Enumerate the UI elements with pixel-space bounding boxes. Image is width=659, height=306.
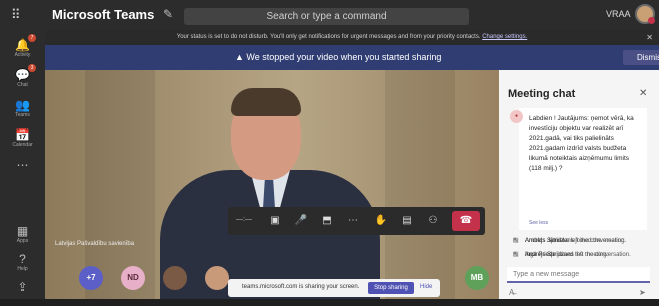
call-controls: —:— ▣ 🎤 ⬒ ⋯ ✋ ▤ ⚇ ☎ bbox=[228, 207, 485, 235]
compose-icon[interactable]: ✎ bbox=[163, 7, 173, 21]
dnd-status-icon bbox=[648, 17, 655, 24]
app-launcher-icon[interactable]: ⠿ bbox=[11, 8, 25, 22]
share-tray-icon[interactable]: ⬒ bbox=[318, 214, 336, 228]
close-chat-icon[interactable]: ✕ bbox=[639, 88, 647, 99]
call-timer: —:— bbox=[236, 216, 252, 223]
chat-message: ● Labdien ! Jautājums: ņemot vērā, ka in… bbox=[510, 108, 647, 230]
join-icon: ▤ bbox=[513, 252, 519, 258]
rail-item-calendar[interactable]: 📅 Calendar bbox=[0, 124, 45, 154]
rail-item-activity[interactable]: 🔔 Activity 7 bbox=[0, 34, 45, 64]
status-notice: Your status is set to do not disturb. Yo… bbox=[45, 30, 659, 45]
help-icon: ? bbox=[19, 252, 26, 266]
chat-event: ▤ Inga Priede joined the meeting. bbox=[513, 252, 609, 258]
change-settings-link[interactable]: Change settings. bbox=[482, 34, 527, 40]
camera-off-icon[interactable]: ▣ bbox=[266, 214, 284, 228]
title-bar: ⠿ Microsoft Teams ✎ Search or type a com… bbox=[0, 0, 659, 30]
message-text: Labdien ! Jautājums: ņemot vērā, ka inve… bbox=[529, 115, 634, 172]
format-icon[interactable]: A̶ bbox=[509, 288, 514, 297]
calendar-icon: 📅 bbox=[15, 128, 30, 142]
more-actions-icon[interactable]: ⋯ bbox=[344, 214, 362, 228]
apps-icon: ▦ bbox=[16, 224, 29, 238]
participant-avatar[interactable]: ND bbox=[121, 266, 145, 290]
see-less-link[interactable]: See less bbox=[529, 220, 548, 226]
participant-avatar[interactable]: MB bbox=[465, 266, 489, 290]
chat-badge: 3 bbox=[28, 64, 36, 72]
warning-icon: ▲ bbox=[235, 52, 247, 62]
raise-hand-icon[interactable]: ✋ bbox=[372, 214, 390, 228]
more-participants-button[interactable]: +7 bbox=[79, 266, 103, 290]
more-icon: ⋯ bbox=[16, 158, 29, 172]
rail-item-chat[interactable]: 💬 Chat 3 bbox=[0, 64, 45, 94]
rail-item-teams[interactable]: 👥 Teams bbox=[0, 94, 45, 124]
rail-item-upload[interactable]: ⇪ bbox=[0, 276, 45, 306]
search-input[interactable]: Search or type a command bbox=[184, 8, 469, 25]
chat-icon: 💬 bbox=[15, 68, 30, 82]
rail-item-apps[interactable]: ▦ Apps bbox=[0, 220, 45, 250]
hang-up-button[interactable]: ☎ bbox=[452, 211, 480, 231]
sender-avatar: ● bbox=[510, 110, 523, 123]
close-notice-icon[interactable]: ✕ bbox=[646, 30, 653, 45]
hide-share-bar-link[interactable]: Hide bbox=[420, 284, 432, 290]
bell-icon: 🔔 bbox=[15, 38, 30, 52]
app-bar: 🔔 Activity 7 💬 Chat 3 👥 Teams 📅 Calendar… bbox=[0, 30, 45, 299]
video-stopped-banner: ▲ We stopped your video when you started… bbox=[45, 45, 659, 70]
join-icon: ▤ bbox=[513, 238, 519, 244]
rail-item-more[interactable]: ⋯ bbox=[0, 154, 45, 184]
chat-toggle-icon[interactable]: ▤ bbox=[398, 214, 416, 228]
profile-avatar[interactable] bbox=[635, 4, 655, 24]
upload-icon: ⇪ bbox=[17, 280, 28, 294]
activity-badge: 7 bbox=[28, 34, 36, 42]
dismiss-button[interactable]: Dismiss bbox=[623, 50, 659, 65]
stop-sharing-button[interactable]: Stop sharing bbox=[368, 282, 414, 294]
rail-item-help[interactable]: ? Help bbox=[0, 248, 45, 278]
screen-share-bar: teams.microsoft.com is sharing your scre… bbox=[228, 279, 440, 297]
participants-icon[interactable]: ⚇ bbox=[424, 214, 442, 228]
chat-event: ▤ Andrejs Spridzans joined the meeting. bbox=[513, 238, 627, 244]
meeting-chat-panel: Meeting chat ✕ ● Labdien ! Jautājums: ņe… bbox=[499, 70, 659, 299]
app-name: Microsoft Teams bbox=[52, 7, 155, 22]
chat-title: Meeting chat bbox=[508, 88, 576, 100]
banner-message: We stopped your video when you started s… bbox=[246, 52, 442, 62]
message-input[interactable]: Type a new message bbox=[507, 267, 650, 283]
participant-avatar[interactable] bbox=[205, 266, 229, 290]
video-caption: Latvijas Pašvaldību savienība bbox=[55, 241, 135, 247]
microphone-icon[interactable]: 🎤 bbox=[292, 214, 310, 228]
teams-icon: 👥 bbox=[15, 98, 30, 112]
user-name[interactable]: VRAA bbox=[606, 9, 631, 19]
share-status-text: teams.microsoft.com is sharing your scre… bbox=[242, 284, 360, 290]
send-icon[interactable]: ➤ bbox=[639, 288, 646, 297]
participant-avatar[interactable] bbox=[163, 266, 187, 290]
